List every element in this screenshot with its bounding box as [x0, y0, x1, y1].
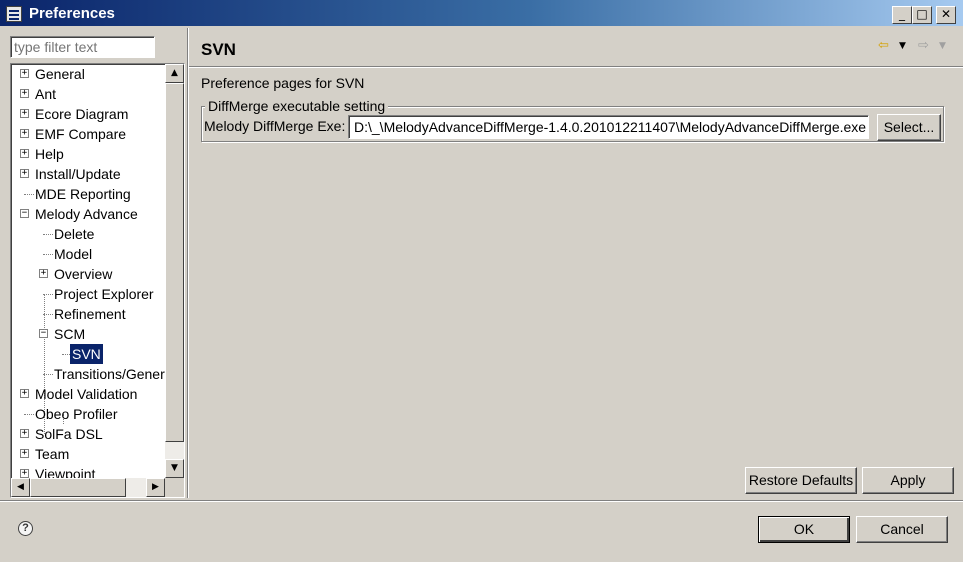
tree-expander-icon[interactable]: + — [20, 69, 29, 78]
tree-item[interactable]: Model — [54, 244, 92, 264]
minimize-button[interactable]: _ — [892, 6, 912, 24]
title-separator — [189, 66, 963, 68]
exe-label: Melody DiffMerge Exe: — [204, 118, 346, 134]
exe-path-field[interactable]: D:\_\MelodyAdvanceDiffMerge-1.4.0.201012… — [348, 115, 869, 139]
tree-connector — [43, 254, 53, 255]
maximize-button[interactable]: □ — [912, 6, 932, 24]
tree-item[interactable]: Ant — [35, 84, 56, 104]
tree-expander-icon[interactable]: + — [20, 449, 29, 458]
tree-connector — [43, 314, 53, 315]
ok-button[interactable]: OK — [758, 516, 850, 543]
vertical-scroll-thumb[interactable] — [165, 83, 184, 442]
tree-item[interactable]: MDE Reporting — [35, 184, 131, 204]
tree-item[interactable]: Install/Update — [35, 164, 121, 184]
scroll-right-button[interactable]: ▶ — [146, 478, 165, 497]
scroll-down-button[interactable]: ▼ — [165, 459, 184, 478]
back-arrow-icon[interactable]: ⇦ — [878, 38, 889, 54]
page-title: SVN — [201, 40, 236, 59]
tree-item[interactable]: Viewpoint — [35, 464, 95, 478]
tree-item[interactable]: Transitions/Generation — [54, 364, 165, 384]
tree-expander-icon[interactable]: + — [20, 149, 29, 158]
select-button[interactable]: Select... — [877, 114, 941, 141]
title-bar: Preferences _ □ ✕ — [0, 0, 963, 28]
tree-connector — [24, 414, 34, 415]
tree-expander-icon[interactable]: + — [39, 269, 48, 278]
help-icon[interactable]: ? — [18, 521, 33, 536]
tree-expander-icon[interactable]: − — [39, 329, 48, 338]
tree-expander-icon[interactable]: + — [20, 169, 29, 178]
tree-viewport: + General + Ant + Ecore Diagram + EMF Compare + H… — [11, 64, 165, 478]
scroll-left-button[interactable]: ◀ — [11, 478, 30, 497]
tree-item[interactable]: EMF Compare — [35, 124, 126, 144]
tree-item[interactable]: Obeo Profiler — [35, 404, 117, 424]
tree-horizontal-scrollbar[interactable]: ◀ ▶ — [11, 478, 165, 497]
tree-item[interactable]: Help — [35, 144, 64, 164]
pane-divider[interactable] — [187, 28, 189, 498]
tree-expander-icon[interactable]: + — [20, 109, 29, 118]
forward-arrow-icon[interactable]: ⇨ — [918, 38, 929, 54]
filter-input[interactable] — [10, 36, 155, 58]
tree-item[interactable]: SolFa DSL — [35, 424, 103, 444]
scroll-up-button[interactable]: ▲ — [165, 64, 184, 83]
tree-expander-icon[interactable]: + — [20, 129, 29, 138]
restore-defaults-button[interactable]: Restore Defaults — [745, 467, 857, 494]
tree-connector — [43, 294, 53, 295]
scrollbar-corner — [165, 478, 184, 497]
tree-item[interactable]: SCM — [54, 324, 85, 344]
tree-vertical-scrollbar[interactable]: ▲ ▼ — [165, 64, 184, 478]
preferences-window-icon — [6, 6, 22, 22]
tree-item[interactable]: General — [35, 64, 85, 84]
tree-connector — [43, 234, 53, 235]
page-description: Preference pages for SVN — [201, 75, 365, 91]
close-button[interactable]: ✕ — [936, 6, 956, 24]
tree-expander-icon[interactable]: + — [20, 429, 29, 438]
back-menu-chevron-icon[interactable]: ▼ — [899, 38, 906, 54]
tree-item[interactable]: Overview — [54, 264, 112, 284]
tree-expander-icon[interactable]: − — [20, 209, 29, 218]
tree-connector — [43, 374, 53, 375]
tree-item[interactable]: Delete — [54, 224, 94, 244]
tree-item[interactable]: Team — [35, 444, 69, 464]
tree-connector — [24, 194, 34, 195]
preference-tree: + General + Ant + Ecore Diagram + EMF Compare + H… — [10, 63, 185, 498]
tree-item[interactable]: Refinement — [54, 304, 126, 324]
forward-menu-chevron-icon[interactable]: ▼ — [939, 38, 946, 54]
group-legend: DiffMerge executable setting — [205, 98, 389, 114]
footer-separator — [0, 500, 963, 502]
cancel-button[interactable]: Cancel — [856, 516, 948, 543]
window-title: Preferences — [29, 5, 115, 22]
apply-button[interactable]: Apply — [862, 467, 954, 494]
tree-expander-icon[interactable]: + — [20, 469, 29, 478]
tree-item[interactable]: Project Explorer — [54, 284, 154, 304]
tree-item[interactable]: Melody Advance — [35, 204, 138, 224]
tree-item[interactable]: Ecore Diagram — [35, 104, 128, 124]
tree-expander-icon[interactable]: + — [20, 89, 29, 98]
tree-expander-icon[interactable]: + — [20, 389, 29, 398]
tree-item[interactable]: SVN — [70, 344, 103, 364]
horizontal-scroll-thumb[interactable] — [30, 478, 126, 497]
tree-item[interactable]: Model Validation — [35, 384, 137, 404]
